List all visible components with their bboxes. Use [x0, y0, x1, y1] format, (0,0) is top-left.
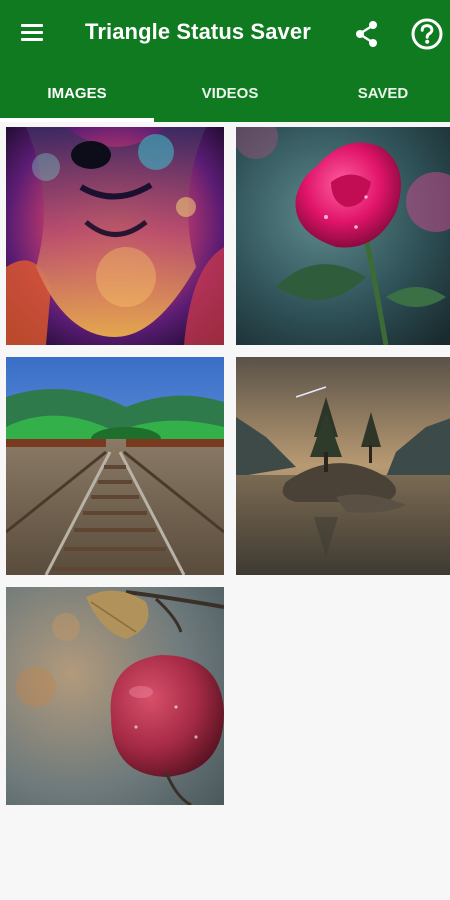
tab-videos[interactable]: VIDEOS [155, 68, 305, 122]
image-thumbnail-lion[interactable] [6, 127, 224, 345]
tab-images[interactable]: IMAGES [2, 68, 152, 122]
help-circle-icon[interactable] [410, 17, 444, 51]
image-grid [0, 122, 450, 900]
image-thumbnail-railway[interactable] [6, 357, 224, 575]
share-icon[interactable] [352, 19, 382, 49]
toolbar: Triangle Status Saver [0, 0, 450, 68]
app-bar: Triangle Status Saver IMAGES VIDEOS SAVE… [0, 0, 450, 122]
tab-bar: IMAGES VIDEOS SAVED [0, 68, 450, 122]
app-title: Triangle Status Saver [85, 19, 311, 44]
hamburger-menu-icon[interactable] [18, 20, 48, 48]
tab-saved[interactable]: SAVED [308, 68, 450, 122]
image-thumbnail-rose[interactable] [236, 127, 450, 345]
image-thumbnail-lake[interactable] [236, 357, 450, 575]
image-thumbnail-apple[interactable] [6, 587, 224, 805]
